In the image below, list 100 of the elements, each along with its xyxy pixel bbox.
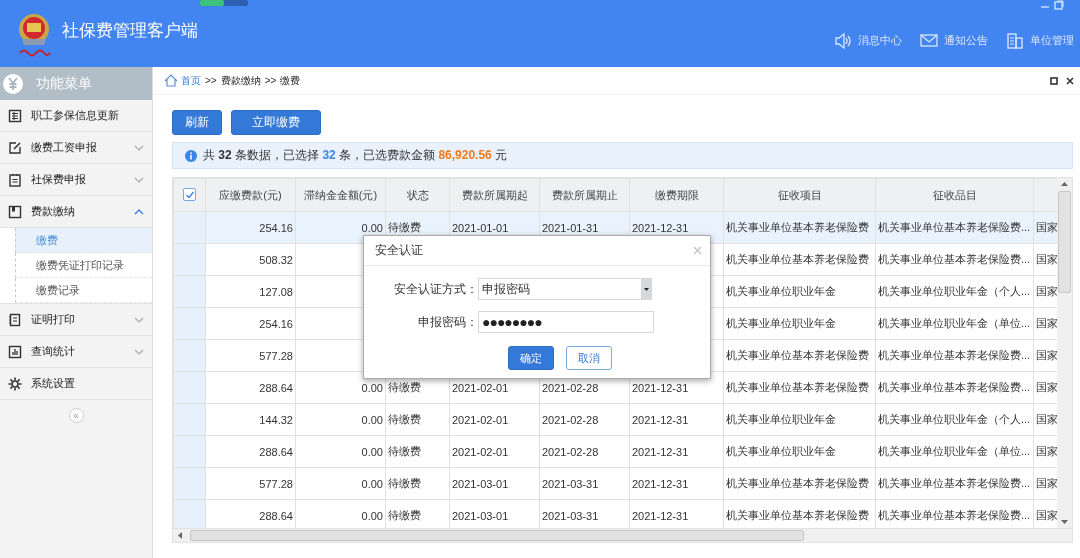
- chevron-up-icon[interactable]: [134, 208, 144, 215]
- toolbar-button[interactable]: 立即缴费: [231, 110, 321, 135]
- menu-item[interactable]: 缴费工资申报: [0, 132, 152, 164]
- table-cell: 机关事业单位职业年金: [726, 285, 836, 297]
- close-icon[interactable]: [1066, 76, 1074, 85]
- table-cell: 国家: [1036, 285, 1057, 297]
- submenu-item[interactable]: 缴费凭证打印记录: [15, 253, 152, 278]
- building-icon[interactable]: [1006, 31, 1024, 50]
- scroll-down-icon[interactable]: [1061, 520, 1068, 524]
- column-header[interactable]: 缴费期限: [654, 188, 699, 201]
- table-cell: 127.08: [259, 285, 293, 298]
- table-cell: 2021-01-01: [452, 221, 509, 234]
- scroll-thumb[interactable]: [1058, 191, 1071, 293]
- summary-text: 共 32 条数据，已选择 32 条，已选费款金额 86,920.56 元: [203, 147, 508, 164]
- table-cell: 国家: [1036, 221, 1057, 233]
- column-header[interactable]: 状态: [406, 188, 429, 201]
- table-cell: 国家: [1036, 381, 1057, 393]
- menu-item[interactable]: 证明打印: [0, 304, 152, 336]
- table-cell: 待缴费: [388, 381, 421, 393]
- table-cell: 国家: [1036, 477, 1057, 489]
- breadcrumb-item: 费款缴纳: [220, 73, 261, 88]
- table-cell: 508.32: [259, 253, 293, 266]
- cancel-button[interactable]: 取消: [566, 346, 612, 370]
- home-icon[interactable]: [164, 74, 178, 87]
- column-header[interactable]: 征收项目: [777, 188, 822, 201]
- table-cell: 待缴费: [388, 445, 421, 457]
- menu-item[interactable]: 社保费申报: [0, 164, 152, 196]
- table-cell: 2021-02-28: [542, 381, 599, 394]
- table-cell: 机关事业单位职业年金（个人...: [878, 413, 1031, 425]
- table-cell: 0.00: [361, 445, 383, 458]
- column-header[interactable]: 征收品目: [932, 188, 977, 201]
- table-cell: 2021-02-01: [452, 381, 509, 394]
- table-cell: 2021-03-01: [452, 509, 509, 522]
- select-all-checkbox[interactable]: [183, 188, 196, 202]
- table-cell: 机关事业单位职业年金（单位...: [878, 445, 1031, 457]
- table-cell: 2021-12-31: [632, 509, 689, 522]
- settings-icon[interactable]: [8, 376, 22, 391]
- bar-chart-icon[interactable]: [8, 344, 22, 359]
- vertical-scrollbar[interactable]: [1057, 178, 1072, 528]
- menu-item[interactable]: 职工参保信息更新: [0, 100, 152, 132]
- bookmark-icon[interactable]: [8, 204, 22, 219]
- table-cell: 机关事业单位职业年金（单位...: [878, 317, 1031, 329]
- submenu-item[interactable]: 缴费记录: [15, 278, 152, 303]
- table-cell: 机关事业单位基本养老保险费: [726, 349, 869, 361]
- chevron-down-icon[interactable]: [134, 348, 144, 355]
- scroll-left-icon[interactable]: [178, 532, 182, 539]
- dialog-title: 安全认证: [375, 242, 423, 259]
- table-cell: 机关事业单位基本养老保险费...: [878, 509, 1031, 521]
- restore-icon[interactable]: [1054, 0, 1064, 10]
- table-cell: 机关事业单位基本养老保险费...: [878, 477, 1031, 489]
- table-cell: 2021-12-31: [632, 445, 689, 458]
- confirm-button[interactable]: 确定: [508, 346, 554, 370]
- menu-item[interactable]: 查询统计: [0, 336, 152, 368]
- table-cell: 国家: [1036, 413, 1057, 425]
- table-cell: 待缴费: [388, 477, 421, 489]
- table-cell: 待缴费: [388, 413, 421, 425]
- breadcrumb-separator: >>: [205, 75, 217, 86]
- app-title: 社保费管理客户端: [62, 20, 198, 42]
- table-cell: 0.00: [361, 221, 383, 234]
- horizontal-scrollbar[interactable]: [173, 528, 1072, 542]
- scroll-up-icon[interactable]: [1061, 182, 1068, 186]
- chevron-down-icon[interactable]: [134, 144, 144, 151]
- field-label: 申报密码：: [417, 313, 478, 331]
- auth-method-dropdown[interactable]: 申报密码: [478, 278, 652, 300]
- field-label: 安全认证方式：: [393, 280, 478, 298]
- maximize-icon[interactable]: [1050, 76, 1058, 85]
- breadcrumb-separator: >>: [264, 75, 277, 86]
- password-field[interactable]: ●●●●●●●●: [478, 311, 654, 333]
- table-cell: 2021-12-31: [632, 413, 689, 426]
- breadcrumb-link[interactable]: 首页: [164, 73, 201, 88]
- table-cell: 0.00: [361, 477, 383, 490]
- breadcrumb-item: 缴费: [280, 73, 301, 88]
- caret-icon[interactable]: [641, 279, 651, 299]
- table-cell: 国家: [1036, 317, 1057, 329]
- document-icon[interactable]: [8, 312, 22, 327]
- table-row[interactable]: 577.28 0.00 待缴费 2021-03-01 2021-03-31 2021-12-31 机关事业单位基本养老保险费 机关事业单位基本养老保险费... 国家: [173, 467, 1057, 500]
- table-cell: 机关事业单位职业年金: [726, 317, 836, 329]
- edit-icon[interactable]: [8, 140, 22, 155]
- chevron-down-icon[interactable]: [134, 176, 144, 183]
- table-row[interactable]: 144.32 0.00 待缴费 2021-02-01 2021-02-28 2021-12-31 机关事业单位职业年金 机关事业单位职业年金（个人... 国家: [173, 403, 1057, 436]
- table-row[interactable]: 288.64 0.00 待缴费 2021-02-01 2021-02-28 2021-12-31 机关事业单位职业年金 机关事业单位职业年金（单位... 国家: [173, 435, 1057, 468]
- menu-item[interactable]: 系统设置: [0, 368, 152, 400]
- indicator-icon: [200, 0, 248, 6]
- table-cell: 机关事业单位基本养老保险费...: [878, 253, 1031, 265]
- envelope-icon[interactable]: [920, 31, 938, 50]
- list-icon[interactable]: [8, 108, 22, 123]
- chevron-down-icon[interactable]: [134, 316, 144, 323]
- scroll-thumb[interactable]: [190, 530, 804, 541]
- table-cell: 2021-03-31: [542, 477, 599, 490]
- table-cell: 2021-01-31: [542, 221, 599, 234]
- clipboard-icon[interactable]: [8, 172, 22, 187]
- table-cell: 254.16: [259, 317, 293, 330]
- table-cell: 2021-12-31: [632, 477, 689, 490]
- table-cell: 机关事业单位基本养老保险费...: [878, 349, 1031, 361]
- table-cell: 机关事业单位基本养老保险费: [726, 381, 869, 393]
- speaker-icon[interactable]: [834, 31, 852, 50]
- table-cell: 577.28: [259, 477, 293, 490]
- table-cell: 0.00: [361, 381, 383, 394]
- table-cell: 0.00: [361, 413, 383, 426]
- toolbar-button[interactable]: 刷新: [172, 110, 222, 135]
